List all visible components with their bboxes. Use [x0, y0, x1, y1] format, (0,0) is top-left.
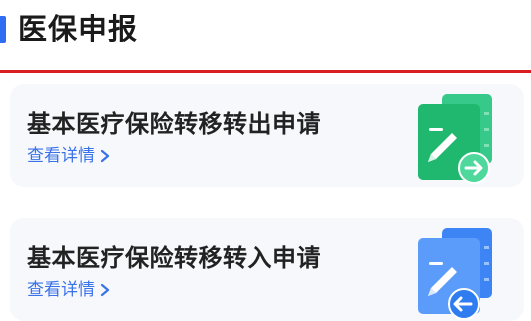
- document-transfer-in-icon: [418, 228, 492, 320]
- view-details-link[interactable]: 查看详情: [27, 144, 111, 168]
- transfer-in-card[interactable]: 基本医疗保险转移转入申请 查看详情: [10, 218, 524, 321]
- chevron-right-icon: [100, 283, 110, 297]
- transfer-out-card[interactable]: 基本医疗保险转移转出申请 查看详情: [10, 84, 524, 187]
- view-details-label: 查看详情: [27, 280, 95, 300]
- chevron-right-icon: [100, 149, 110, 163]
- medical-insurance-page: 医保申报 基本医疗保险转移转出申请 查看详情 基本医疗保险转移转入申请 查看详情: [0, 0, 531, 321]
- view-details-link[interactable]: 查看详情: [27, 278, 111, 302]
- card-title: 基本医疗保险转移转入申请: [27, 244, 321, 272]
- view-details-label: 查看详情: [27, 146, 95, 166]
- header-divider: [0, 70, 531, 73]
- document-transfer-out-icon: [418, 94, 492, 184]
- page-title: 医保申报: [18, 12, 139, 46]
- page-header: 医保申报: [0, 0, 531, 73]
- header-accent-bar: [0, 16, 6, 43]
- card-title: 基本医疗保险转移转出申请: [27, 110, 321, 138]
